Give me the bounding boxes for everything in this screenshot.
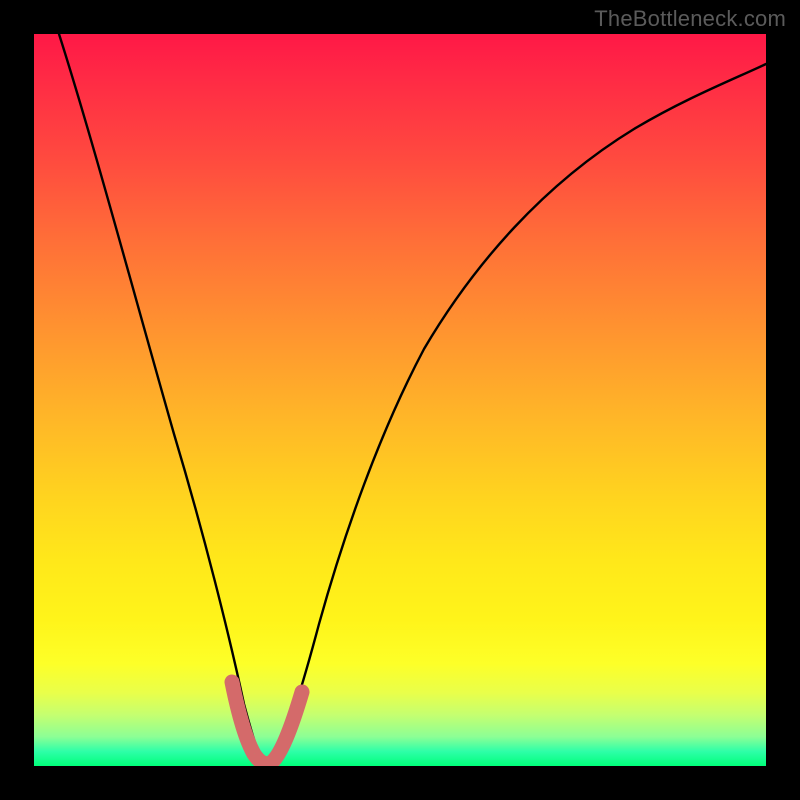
chart-frame: TheBottleneck.com bbox=[0, 0, 800, 800]
curve-layer bbox=[34, 34, 766, 766]
plot-area bbox=[34, 34, 766, 766]
watermark-text: TheBottleneck.com bbox=[594, 6, 786, 32]
bottleneck-curve bbox=[59, 34, 766, 764]
